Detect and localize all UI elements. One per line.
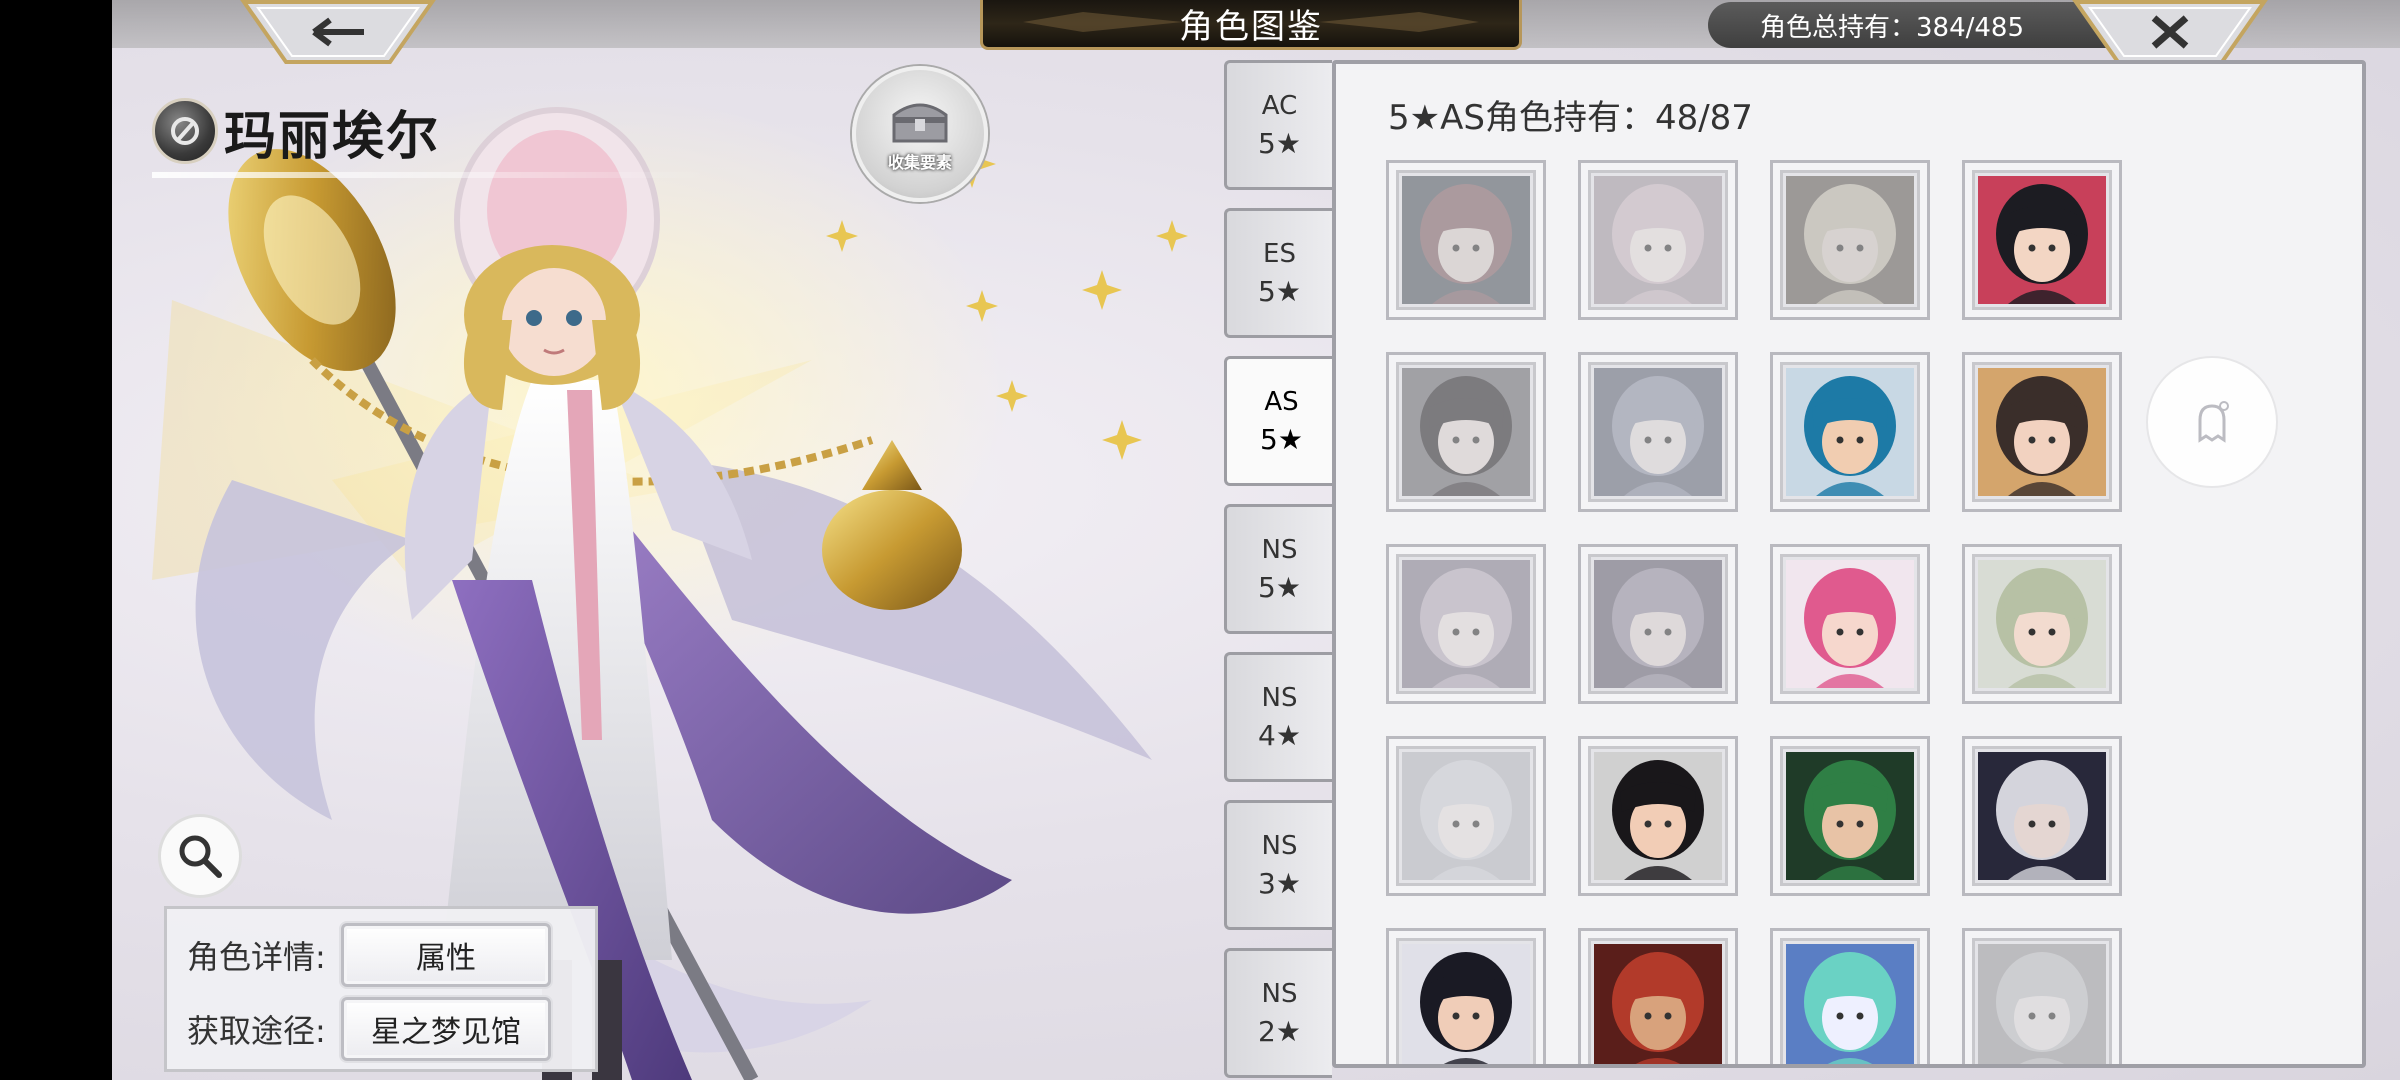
portrait-image xyxy=(1786,560,1914,688)
tab-ns-4[interactable]: NS 4★ xyxy=(1224,652,1332,782)
character-portrait-cell[interactable] xyxy=(1578,928,1738,1064)
character-portrait-cell[interactable] xyxy=(1578,736,1738,896)
close-icon xyxy=(2072,0,2268,64)
chat-bubble-button[interactable] xyxy=(2146,356,2278,488)
portrait-image xyxy=(1402,368,1530,496)
portrait-image xyxy=(1978,176,2106,304)
tab-ns-6[interactable]: NS 2★ xyxy=(1224,948,1332,1078)
portrait-image xyxy=(1594,944,1722,1064)
portrait-image xyxy=(1402,752,1530,880)
character-name-row: 玛丽埃尔 xyxy=(152,96,441,167)
character-portrait-cell[interactable] xyxy=(1386,352,1546,512)
portrait-image xyxy=(1594,368,1722,496)
element-emblem-icon xyxy=(152,98,218,164)
character-portrait-cell[interactable] xyxy=(1770,352,1930,512)
portrait-image xyxy=(1402,176,1530,304)
tab-rank: 5★ xyxy=(1258,275,1301,308)
detail-row: 角色详情: 属性 xyxy=(187,923,551,987)
portrait-image xyxy=(1786,944,1914,1064)
character-portrait-cell[interactable] xyxy=(1578,544,1738,704)
tab-rank: 5★ xyxy=(1260,423,1303,456)
tab-rank: 3★ xyxy=(1258,867,1301,900)
character-portrait-cell[interactable] xyxy=(1386,736,1546,896)
character-portrait-cell[interactable] xyxy=(1770,928,1930,1064)
tab-code: NS xyxy=(1261,831,1298,861)
treasure-chest-icon xyxy=(892,103,948,143)
tab-es-1[interactable]: ES 5★ xyxy=(1224,208,1332,338)
tab-code: NS xyxy=(1261,979,1298,1009)
page-title: 角色图鉴 xyxy=(1179,7,1323,47)
character-grid-panel: 5★AS角色持有：48/87 xyxy=(1332,60,2366,1068)
character-portrait-cell[interactable] xyxy=(1386,928,1546,1064)
ghost-icon xyxy=(2198,401,2229,443)
character-portrait-cell[interactable] xyxy=(1962,352,2122,512)
character-portrait-cell[interactable] xyxy=(1386,160,1546,320)
ornament-right-icon xyxy=(1319,12,1479,32)
source-button[interactable]: 星之梦见馆 xyxy=(341,997,551,1061)
page-title-plate: 角色图鉴 xyxy=(980,0,1522,50)
character-name: 玛丽埃尔 xyxy=(224,106,441,167)
tab-ac-0[interactable]: AC 5★ xyxy=(1224,60,1332,190)
search-icon xyxy=(179,835,222,878)
collection-elements-button[interactable]: 收集要素 xyxy=(852,66,988,202)
tab-code: AS xyxy=(1264,387,1299,417)
character-portrait-cell[interactable] xyxy=(1770,160,1930,320)
category-tabs: AC 5★ ES 5★ AS 5★ NS 5★ NS 4★ NS 3★ NS 2★ xyxy=(1224,60,1336,1078)
tab-code: NS xyxy=(1261,683,1298,713)
character-portrait-cell[interactable] xyxy=(1962,160,2122,320)
attribute-button[interactable]: 属性 xyxy=(341,923,551,987)
zoom-view-button[interactable] xyxy=(158,814,242,898)
character-info-box: 角色详情: 属性 获取途径: 星之梦见馆 xyxy=(164,906,598,1072)
tab-code: ES xyxy=(1263,239,1296,269)
portrait-image xyxy=(1402,560,1530,688)
source-row: 获取途径: 星之梦见馆 xyxy=(187,997,551,1061)
portrait-image xyxy=(1786,176,1914,304)
portrait-image xyxy=(1786,368,1914,496)
source-label: 获取途径: xyxy=(187,1012,326,1050)
portrait-image xyxy=(1594,752,1722,880)
tab-code: AC xyxy=(1261,91,1298,121)
name-underline xyxy=(152,172,712,178)
close-button[interactable] xyxy=(2072,0,2268,64)
ornament-left-icon xyxy=(1023,12,1183,32)
tab-code: NS xyxy=(1261,535,1298,565)
character-portrait-cell[interactable] xyxy=(1578,160,1738,320)
arrow-left-icon xyxy=(240,0,436,64)
character-portrait-cell[interactable] xyxy=(1770,736,1930,896)
tab-as-2[interactable]: AS 5★ xyxy=(1224,356,1336,486)
portrait-image xyxy=(1978,944,2106,1064)
portrait-image xyxy=(1978,560,2106,688)
portrait-image xyxy=(1594,560,1722,688)
character-portrait-cell[interactable] xyxy=(1962,736,2122,896)
collection-elements-label: 收集要素 xyxy=(887,153,952,172)
detail-label: 角色详情: xyxy=(187,938,326,976)
back-button[interactable] xyxy=(240,0,436,64)
character-portrait-cell[interactable] xyxy=(1578,352,1738,512)
category-owned-count: 5★AS角色持有：48/87 xyxy=(1388,98,1753,138)
tab-rank: 5★ xyxy=(1258,127,1301,160)
tab-ns-5[interactable]: NS 3★ xyxy=(1224,800,1332,930)
portrait-image xyxy=(1594,176,1722,304)
character-portrait-cell[interactable] xyxy=(1770,544,1930,704)
tab-rank: 5★ xyxy=(1258,571,1301,604)
character-portrait-cell[interactable] xyxy=(1962,928,2122,1064)
character-encyclopedia-screen: 角色图鉴 角色总持有：384/485 玛丽埃尔 收集要素 角色详情: 属性 获取… xyxy=(112,0,2400,1080)
portrait-image xyxy=(1978,752,2106,880)
character-portrait-cell[interactable] xyxy=(1386,544,1546,704)
portrait-image xyxy=(1978,368,2106,496)
total-owned-text: 角色总持有：384/485 xyxy=(1760,12,2025,43)
tab-ns-3[interactable]: NS 5★ xyxy=(1224,504,1332,634)
portrait-image xyxy=(1402,944,1530,1064)
tab-rank: 4★ xyxy=(1258,719,1301,752)
tab-rank: 2★ xyxy=(1258,1015,1301,1048)
portrait-image xyxy=(1786,752,1914,880)
character-portrait-cell[interactable] xyxy=(1962,544,2122,704)
